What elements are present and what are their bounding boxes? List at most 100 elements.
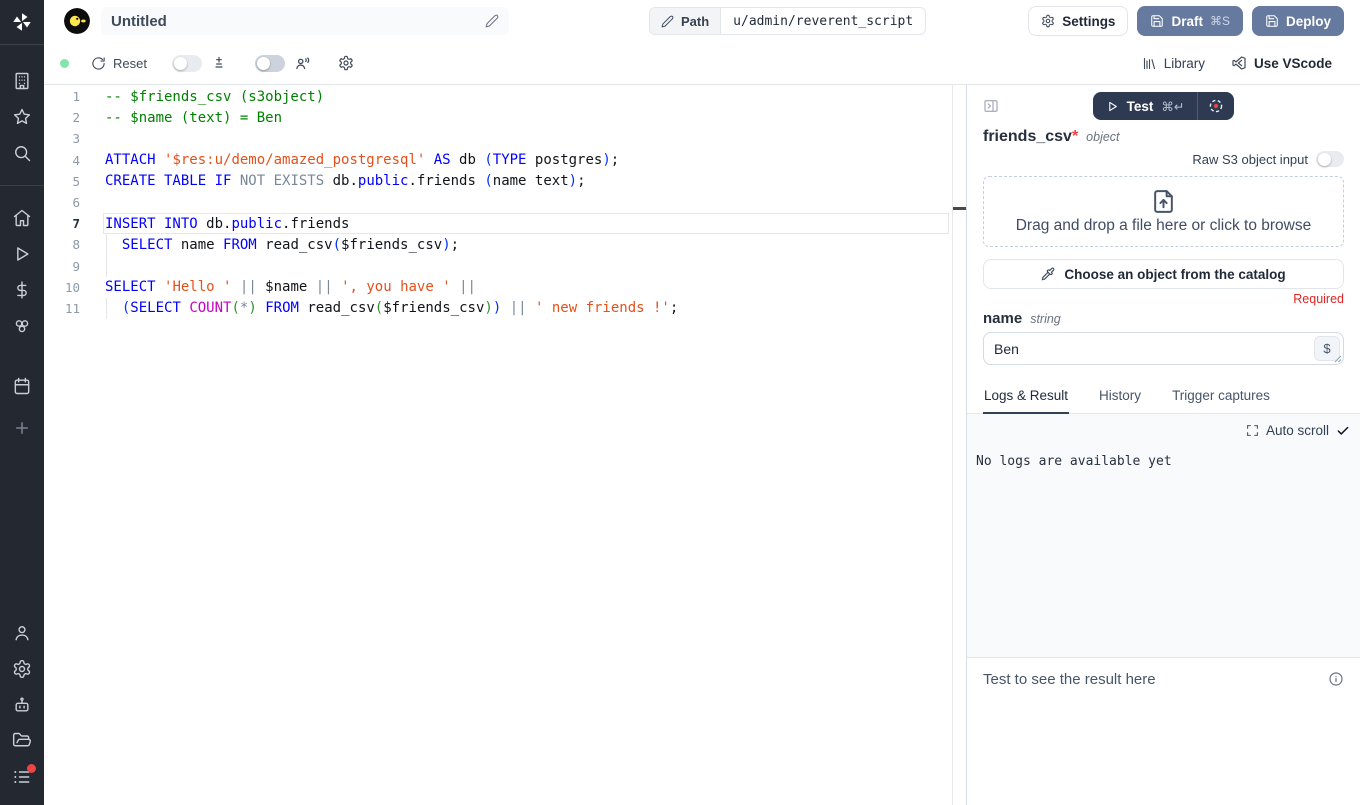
code-editor[interactable]: 1-- $friends_csv (s3object)2-- $name (te… <box>44 85 952 805</box>
line-number: 11 <box>44 301 80 316</box>
choose-object-label: Choose an object from the catalog <box>1064 267 1285 282</box>
line-number: 3 <box>44 131 80 146</box>
sidebar-item-search[interactable] <box>12 143 32 163</box>
robot-icon <box>12 695 32 715</box>
test-button[interactable]: Test ⌘↵ <box>1093 92 1198 120</box>
code-line[interactable]: 2-- $name (text) = Ben <box>44 107 952 128</box>
library-button[interactable]: Library <box>1142 56 1205 71</box>
windmill-logo[interactable] <box>0 0 44 45</box>
sidebar-item-account[interactable] <box>12 623 32 643</box>
code-line[interactable]: 3 <box>44 128 952 149</box>
plus-minus-icon <box>211 55 227 71</box>
sidebar-item-settings[interactable] <box>12 659 32 679</box>
raw-s3-toggle[interactable] <box>1316 151 1344 167</box>
tab-logs-result[interactable]: Logs & Result <box>983 388 1069 414</box>
duckdb-language-icon <box>64 8 90 34</box>
code-line[interactable]: 6 <box>44 192 952 213</box>
line-number: 5 <box>44 174 80 189</box>
multiplayer-toggle[interactable] <box>255 55 285 72</box>
edit-pencil-icon[interactable] <box>485 14 499 28</box>
sidebar-item-folders[interactable] <box>12 731 32 751</box>
required-hint: Required <box>983 292 1344 306</box>
code-text[interactable]: ATTACH '$res:u/demo/amazed_postgresql' A… <box>105 152 619 168</box>
sidebar-item-changelog[interactable] <box>12 767 32 787</box>
code-text[interactable]: SELECT name FROM read_csv($friends_csv); <box>105 237 459 253</box>
path-label: Path <box>681 14 709 29</box>
sidebar-item-schedules[interactable] <box>12 376 32 396</box>
code-text[interactable]: (SELECT COUNT(*) FROM read_csv($friends_… <box>105 300 678 316</box>
code-line[interactable]: 10SELECT 'Hello ' || $name || ', you hav… <box>44 277 952 298</box>
sidebar-item-favorites[interactable] <box>12 107 32 127</box>
arg-name-type: string <box>1030 312 1061 326</box>
deploy-button[interactable]: Deploy <box>1252 6 1344 36</box>
draft-button[interactable]: Draft ⌘S <box>1137 6 1243 36</box>
use-vscode-button[interactable]: Use VScode <box>1231 55 1332 71</box>
deploy-label: Deploy <box>1286 14 1331 29</box>
sidebar-item-variables[interactable] <box>12 280 32 300</box>
sidebar-item-home[interactable] <box>12 208 32 228</box>
capture-test-button[interactable] <box>1198 92 1234 120</box>
user-icon <box>12 623 32 643</box>
code-line[interactable]: 1-- $friends_csv (s3object) <box>44 86 952 107</box>
name-input[interactable] <box>984 341 1343 357</box>
sidebar-item-ai[interactable] <box>12 695 32 715</box>
line-number: 8 <box>44 237 80 252</box>
script-title-input[interactable]: Untitled <box>101 7 509 35</box>
sidebar-item-workspace[interactable] <box>12 71 32 91</box>
auto-scroll-label: Auto scroll <box>1266 423 1329 438</box>
edit-pencil-icon <box>661 15 674 28</box>
editor-toolbar: Reset Library <box>44 42 1360 84</box>
raw-s3-label: Raw S3 object input <box>1192 152 1308 167</box>
required-asterisk: * <box>1072 128 1078 145</box>
code-line[interactable]: 11 (SELECT COUNT(*) FROM read_csv($frien… <box>44 298 952 319</box>
capture-target-icon <box>1208 98 1224 114</box>
sidebar-item-resources[interactable] <box>12 316 32 336</box>
code-line[interactable]: 9 <box>44 256 952 277</box>
search-icon <box>12 143 32 163</box>
line-number: 4 <box>44 153 80 168</box>
gear-icon <box>12 659 32 679</box>
reset-button[interactable]: Reset <box>91 56 147 71</box>
file-dropzone[interactable]: Drag and drop a file here or click to br… <box>983 176 1344 247</box>
path-edit-button[interactable]: Path <box>650 8 721 34</box>
collaborators-icon <box>294 55 311 72</box>
code-line[interactable]: 8 SELECT name FROM read_csv($friends_csv… <box>44 234 952 255</box>
tab-trigger-captures[interactable]: Trigger captures <box>1171 388 1271 413</box>
result-area: Test to see the result here <box>967 657 1360 688</box>
editor-settings-gear-icon[interactable] <box>338 55 354 71</box>
path-group: Path u/admin/reverent_script <box>649 7 926 35</box>
resize-handle-icon[interactable] <box>1333 354 1342 363</box>
code-line[interactable]: 7INSERT INTO db.public.friends <box>44 213 952 234</box>
arg-friends-csv-type: object <box>1086 130 1119 144</box>
save-icon <box>1150 14 1164 28</box>
dropzone-label: Drag and drop a file here or click to br… <box>1016 217 1312 235</box>
diff-toggle[interactable] <box>172 55 202 72</box>
auto-scroll-control[interactable]: Auto scroll <box>1246 423 1350 438</box>
code-text[interactable]: -- $name (text) = Ben <box>105 110 282 126</box>
sidebar-item-runs[interactable] <box>12 244 32 264</box>
settings-label: Settings <box>1062 14 1115 29</box>
sidebar-divider <box>0 185 44 186</box>
home-icon <box>12 208 32 228</box>
result-empty-space <box>967 688 1360 805</box>
tab-history[interactable]: History <box>1098 388 1142 413</box>
code-text[interactable]: -- $friends_csv (s3object) <box>105 89 324 105</box>
code-text[interactable]: SELECT 'Hello ' || $name || ', you have … <box>105 279 476 295</box>
settings-button[interactable]: Settings <box>1028 6 1128 36</box>
notification-dot <box>27 764 36 773</box>
logs-empty-message: No logs are available yet <box>976 454 1172 469</box>
collapse-panel-button[interactable] <box>983 98 999 114</box>
path-value[interactable]: u/admin/reverent_script <box>721 8 925 34</box>
choose-object-button[interactable]: Choose an object from the catalog <box>983 259 1344 289</box>
plus-icon <box>13 419 31 437</box>
code-text[interactable]: CREATE TABLE IF NOT EXISTS db.public.fri… <box>105 173 586 189</box>
code-text[interactable]: INSERT INTO db.public.friends <box>105 216 349 232</box>
sidebar-item-more[interactable] <box>12 418 32 438</box>
code-line[interactable]: 4 ATTACH '$res:u/demo/amazed_postgresql' … <box>44 150 952 171</box>
cursor-position-marker <box>953 207 966 210</box>
info-icon[interactable] <box>1328 671 1344 687</box>
code-line[interactable]: 5 CREATE TABLE IF NOT EXISTS db.public.fr… <box>44 171 952 192</box>
editor-overview-ruler[interactable] <box>952 85 966 805</box>
dollar-icon <box>12 280 32 300</box>
line-number: 9 <box>44 259 80 274</box>
